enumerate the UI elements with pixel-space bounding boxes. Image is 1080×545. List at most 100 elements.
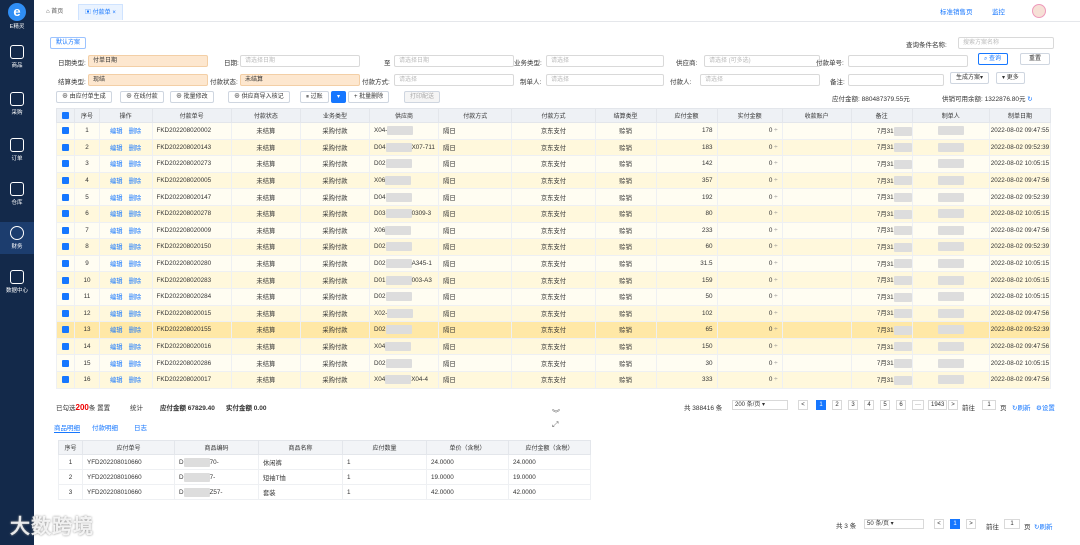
table-row[interactable]: 13 编辑 删除 FKD202208020155 未结算 采购付款 D02 隔日 京东支付 赊销 6… bbox=[55, 321, 1052, 339]
stepper-icon[interactable]: ÷ bbox=[774, 160, 777, 167]
stepper-icon[interactable]: ÷ bbox=[774, 343, 777, 350]
row-checkbox[interactable] bbox=[55, 304, 76, 323]
nav-warehouse[interactable]: 仓库 bbox=[0, 182, 34, 206]
detail-row[interactable]: 2 YFD202208010660 D 7- 短袖T恤 1 19.0000 19.0000 bbox=[58, 469, 591, 485]
col-header[interactable]: 付款方式 bbox=[438, 108, 513, 123]
receive-account[interactable] bbox=[781, 287, 852, 306]
table-row[interactable]: 11 编辑 删除 FKD202208020284 未结算 采购付款 D02 隔日 京东支付 赊销 5… bbox=[55, 287, 1052, 306]
audit-dropdown[interactable]: ▾ bbox=[331, 91, 347, 103]
col-header[interactable]: 付款状态 bbox=[230, 108, 301, 123]
table-row[interactable]: 8 编辑 删除 FKD202208020150 未结算 采购付款 D02 隔日 京东支付 赊销 60… bbox=[55, 238, 1052, 256]
settle-type-select[interactable]: 现结 bbox=[88, 74, 208, 86]
stepper-icon[interactable]: ÷ bbox=[774, 326, 777, 333]
row-checkbox[interactable] bbox=[55, 287, 76, 306]
page-1[interactable]: 1 bbox=[816, 400, 826, 410]
delete-link[interactable]: 删除 bbox=[129, 195, 142, 202]
gen-scheme-button[interactable]: 生成方案▾ bbox=[950, 72, 990, 84]
paid-amount[interactable]: 0 ÷ bbox=[716, 370, 783, 389]
col-header[interactable]: 操作 bbox=[98, 108, 153, 123]
col-header[interactable]: 应付金额 bbox=[655, 108, 718, 123]
row-checkbox[interactable] bbox=[55, 321, 76, 339]
page-2[interactable]: 2 bbox=[832, 400, 842, 410]
paid-amount[interactable]: 0 ÷ bbox=[716, 221, 783, 240]
stepper-icon[interactable]: ÷ bbox=[774, 227, 777, 234]
stepper-icon[interactable]: ÷ bbox=[774, 194, 777, 201]
edit-link[interactable]: 编辑 bbox=[110, 344, 123, 351]
col-header[interactable]: 制单日期 bbox=[988, 108, 1052, 123]
col-header[interactable]: 付款单号 bbox=[151, 108, 232, 123]
biz-type-select[interactable]: 请选择 bbox=[546, 55, 664, 67]
delete-link[interactable]: 删除 bbox=[129, 261, 142, 268]
col-header[interactable]: 付款方式 bbox=[511, 108, 596, 123]
clear-selection[interactable]: 置置 bbox=[97, 405, 110, 412]
delete-link[interactable]: 删除 bbox=[129, 377, 142, 384]
col-header[interactable]: 备注 bbox=[850, 108, 913, 123]
receive-account[interactable] bbox=[781, 304, 852, 323]
table-row[interactable]: 12 编辑 删除 FKD202208020015 未结算 采购付款 X02- 隔日 京东支付 赊销… bbox=[55, 304, 1052, 323]
stepper-icon[interactable]: ÷ bbox=[774, 310, 777, 317]
receive-account[interactable] bbox=[781, 370, 852, 389]
page-5[interactable]: 5 bbox=[880, 400, 890, 410]
nav-purchase[interactable]: 采购 bbox=[0, 92, 34, 116]
settings-button[interactable]: ⚙设置 bbox=[1036, 402, 1055, 412]
stepper-icon[interactable]: ÷ bbox=[774, 260, 777, 267]
stepper-icon[interactable]: ÷ bbox=[774, 376, 777, 383]
pay-no-input[interactable] bbox=[848, 55, 968, 67]
receive-account[interactable] bbox=[781, 254, 852, 273]
table-row[interactable]: 15 编辑 删除 FKD202208020286 未结算 采购付款 D02 隔日 京东支付 赊销 3… bbox=[55, 354, 1052, 372]
refresh-button[interactable]: ↻刷新 bbox=[1012, 402, 1030, 412]
table-row[interactable]: 16 编辑 删除 FKD202208020017 未结算 采购付款 X04 X04-4 隔日 京东… bbox=[55, 370, 1052, 389]
maker-select[interactable]: 请选择 bbox=[546, 74, 664, 86]
edit-link[interactable]: 编辑 bbox=[110, 195, 123, 202]
paid-amount[interactable]: 0 ÷ bbox=[716, 321, 783, 339]
paid-amount[interactable]: 0 ÷ bbox=[716, 122, 783, 140]
detail-page-size[interactable]: 50 条/页 ▾ bbox=[864, 519, 924, 529]
row-checkbox[interactable] bbox=[55, 122, 76, 140]
table-row[interactable]: 4 编辑 删除 FKD202208020005 未结算 采购付款 X06 隔日 京东支付 赊销 35… bbox=[55, 171, 1052, 190]
detail-refresh[interactable]: ↻刷新 bbox=[1034, 521, 1052, 531]
paid-amount[interactable]: 0 ÷ bbox=[716, 271, 783, 289]
stepper-icon[interactable]: ÷ bbox=[774, 210, 777, 217]
link-standard-sales[interactable]: 标准销售页 bbox=[940, 6, 973, 16]
col-header[interactable]: 序号 bbox=[74, 108, 100, 123]
detail-goto-input[interactable]: 1 bbox=[1004, 519, 1020, 529]
row-checkbox[interactable] bbox=[55, 254, 76, 273]
receive-account[interactable] bbox=[781, 204, 852, 223]
receive-account[interactable] bbox=[781, 155, 852, 173]
delete-link[interactable]: 删除 bbox=[129, 294, 142, 301]
detail-row[interactable]: 3 YFD202208010660 D Z57- 套装 1 42.0000 42.0000 bbox=[58, 484, 591, 500]
reset-button[interactable]: 重置 bbox=[1020, 53, 1050, 65]
remark-input[interactable] bbox=[848, 74, 944, 86]
batch-delete-button[interactable]: + 批量删除 bbox=[348, 91, 390, 103]
paid-amount[interactable]: 0 ÷ bbox=[716, 354, 783, 372]
edit-link[interactable]: 编辑 bbox=[110, 128, 123, 135]
col-header[interactable]: 供应商 bbox=[368, 108, 440, 123]
online-pay-button[interactable]: ⊕ 在线付款 bbox=[120, 91, 164, 103]
delete-link[interactable]: 删除 bbox=[129, 361, 142, 368]
page-4[interactable]: 4 bbox=[864, 400, 874, 410]
detail-row[interactable]: 1 YFD202208010660 D 70- 休闲裤 1 24.0000 24.0000 bbox=[58, 454, 591, 470]
table-row[interactable]: 1 编辑 删除 FKD202208020002 未结算 采购付款 X04- 隔日 京东支付 赊销 1… bbox=[55, 122, 1052, 140]
avatar[interactable] bbox=[1032, 4, 1046, 18]
date-start-input[interactable]: 请选择日期 bbox=[240, 55, 360, 67]
stepper-icon[interactable]: ÷ bbox=[774, 243, 777, 250]
payer-select[interactable]: 请选择 bbox=[700, 74, 820, 86]
row-checkbox[interactable] bbox=[55, 238, 76, 256]
table-row[interactable]: 7 编辑 删除 FKD202208020009 未结算 采购付款 X06 隔日 京东支付 赊销 23… bbox=[55, 221, 1052, 240]
col-header[interactable]: 收款账户 bbox=[781, 108, 852, 123]
row-checkbox[interactable] bbox=[55, 204, 76, 223]
import-button[interactable]: ⊕ 供应商导入核记 bbox=[228, 91, 290, 103]
page-ellipsis[interactable]: ··· bbox=[912, 400, 924, 410]
table-row[interactable]: 10 编辑 删除 FKD202208020283 未结算 采购付款 D01 003-A3 隔日京… bbox=[55, 271, 1052, 289]
page-last[interactable]: 1943 bbox=[928, 400, 948, 410]
paid-amount[interactable]: 0 ÷ bbox=[716, 337, 783, 356]
page-size-select[interactable]: 200 条/页 ▾ bbox=[732, 400, 788, 410]
receive-account[interactable] bbox=[781, 221, 852, 240]
edit-link[interactable]: 编辑 bbox=[110, 278, 123, 285]
delete-link[interactable]: 删除 bbox=[129, 161, 142, 168]
delete-link[interactable]: 删除 bbox=[129, 311, 142, 318]
edit-link[interactable]: 编辑 bbox=[110, 244, 123, 251]
edit-link[interactable]: 编辑 bbox=[110, 261, 123, 268]
col-header[interactable]: 结算类型 bbox=[594, 108, 657, 123]
pay-status-select[interactable]: 未结算 bbox=[240, 74, 360, 86]
